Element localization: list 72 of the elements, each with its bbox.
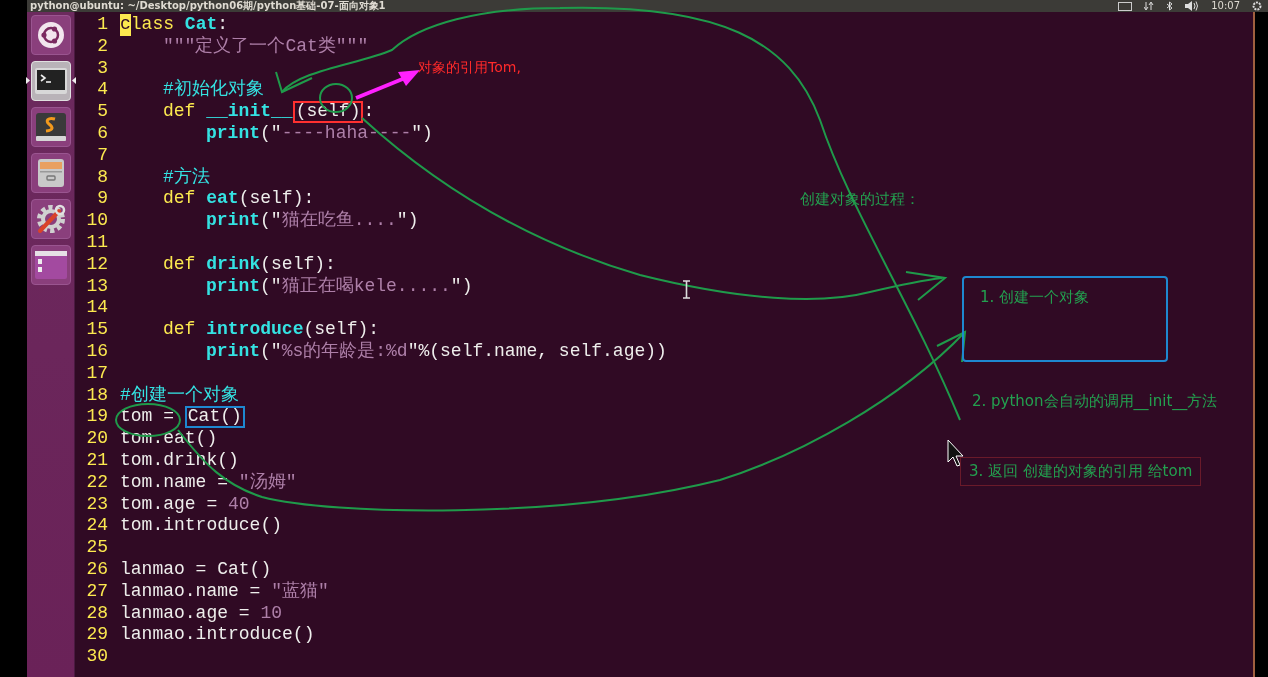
- keyboard-icon[interactable]: [1118, 1, 1133, 11]
- mouse-pointer-icon: [947, 439, 964, 467]
- workspace-switcher-icon: [33, 250, 68, 280]
- code-line: print("%s的年龄是:%d"%(self.name, self.age)): [206, 340, 667, 363]
- code-editor-icon: [33, 112, 68, 142]
- annotation-note: 2. python会自动的调用__init__方法: [972, 391, 1218, 413]
- code-line: #初始化对象: [163, 79, 264, 102]
- line-number: 28: [85, 602, 108, 625]
- network-icon[interactable]: [1144, 1, 1155, 11]
- launcher-item[interactable]: [30, 153, 71, 193]
- line-number: 17: [85, 362, 108, 385]
- line-number: 5: [96, 101, 108, 123]
- code-line: lanmao.name = "蓝猫": [120, 580, 329, 603]
- line-number: 24: [85, 515, 108, 538]
- launcher-item[interactable]: [30, 245, 71, 285]
- line-number: 14: [85, 297, 108, 320]
- code-line: def __init__ (self) :: [163, 101, 375, 123]
- code-line: #创建一个对象: [120, 384, 239, 407]
- annotation-box: 1. 创建一个对象: [962, 276, 1168, 362]
- line-number: 30: [85, 646, 108, 668]
- annotation-box: 3. 返回 创建的对象的引用 给tom: [960, 457, 1202, 486]
- gear-icon[interactable]: [1252, 1, 1262, 11]
- code-line: lanmao = Cat(): [120, 558, 272, 581]
- code-line: #方法: [163, 166, 210, 189]
- code-line: class Cat:: [120, 14, 229, 36]
- launcher-item[interactable]: [30, 15, 71, 55]
- line-number: 10: [85, 210, 108, 232]
- code-line: def drink(self):: [163, 253, 336, 276]
- pointer-arrow: [355, 70, 420, 100]
- code-line: print("猫正在喝kele....."): [206, 275, 473, 298]
- line-number: 27: [85, 580, 108, 603]
- launcher-item[interactable]: [30, 107, 71, 147]
- bluetooth-icon[interactable]: [1166, 1, 1174, 11]
- code-line: print("猫在吃鱼...."): [206, 210, 419, 232]
- code-line: tom = Cat(): [120, 406, 245, 429]
- annotation-note: 对象的引用Tom,: [418, 58, 521, 77]
- window-title: python@ubuntu: ~/Desktop/python06期/python基础-07-面向对象1: [30, 0, 386, 12]
- line-number: 3: [96, 57, 108, 80]
- line-number: 12: [85, 253, 108, 276]
- line-number: 25: [85, 537, 108, 559]
- line-number: 21: [85, 449, 108, 472]
- line-number: 16: [85, 340, 108, 363]
- line-number: 18: [85, 384, 108, 407]
- text-cursor-icon: [682, 280, 691, 299]
- code-line: def eat(self):: [163, 188, 315, 210]
- code-line: tom.introduce(): [120, 515, 283, 538]
- code-line: def introduce(self):: [163, 319, 380, 341]
- ubuntu-logo-icon: [35, 20, 66, 50]
- line-number: 2: [96, 35, 108, 58]
- code-line: lanmao.age = 10: [120, 602, 283, 625]
- code-line: """定义了一个Cat类""": [163, 35, 369, 58]
- launcher-item[interactable]: [30, 199, 71, 239]
- code-line: lanmao.introduce(): [120, 624, 315, 647]
- line-number: 29: [85, 624, 108, 647]
- line-number: 4: [96, 79, 108, 102]
- line-number: 15: [85, 319, 108, 341]
- line-number: 7: [96, 144, 108, 167]
- terminal-icon: [33, 67, 68, 95]
- clock[interactable]: 10:07: [1211, 0, 1240, 12]
- line-number: 9: [96, 188, 108, 211]
- line-number: 20: [85, 428, 108, 450]
- line-number: 23: [85, 493, 108, 516]
- line-number: 19: [85, 406, 108, 429]
- volume-icon[interactable]: [1185, 1, 1200, 11]
- line-number: 6: [96, 123, 108, 145]
- line-number: 13: [85, 275, 108, 298]
- line-number: 26: [85, 558, 108, 581]
- line-number: 22: [85, 471, 108, 494]
- line-number: 8: [96, 166, 108, 189]
- code-line: tom.age = 40: [120, 493, 250, 516]
- line-number: 1: [96, 14, 108, 36]
- line-number: 11: [85, 231, 108, 254]
